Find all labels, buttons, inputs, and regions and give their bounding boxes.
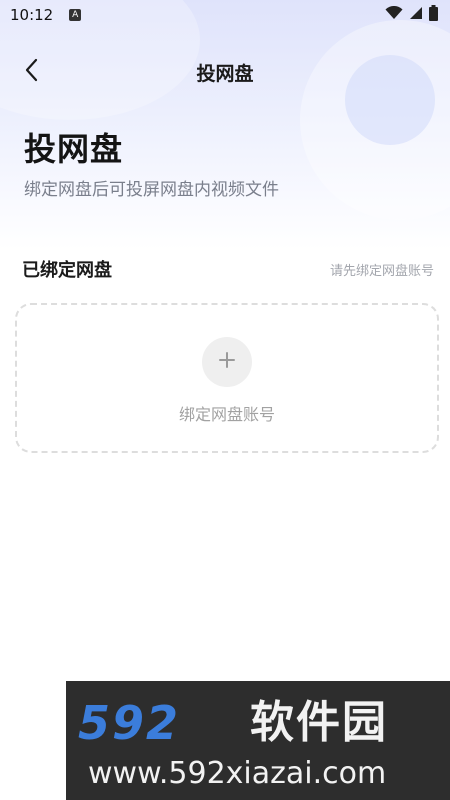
back-button[interactable] (18, 58, 46, 86)
bound-drives-header: 已绑定网盘 请先绑定网盘账号 (22, 256, 434, 282)
status-icons (385, 5, 438, 25)
watermark-logo: 592 (78, 696, 181, 750)
top-nav-bar: 投网盘 (0, 50, 450, 94)
bind-account-label: 绑定网盘账号 (178, 405, 275, 424)
watermark-url: www.592xiazai.com (88, 756, 387, 791)
chevron-left-icon (24, 58, 40, 86)
status-time: 10:12 (10, 6, 54, 24)
bind-drive-account-card[interactable]: 绑定网盘账号 (15, 303, 439, 453)
notification-icon: A (69, 9, 82, 21)
status-bar: 10:12 A (0, 0, 450, 30)
section-label: 已绑定网盘 (22, 260, 112, 281)
watermark-banner: 592 软件园 www.592xiazai.com (66, 681, 450, 800)
section-hint: 请先绑定网盘账号 (329, 263, 434, 279)
battery-icon (429, 5, 438, 25)
signal-icon (409, 6, 423, 24)
page-title: 投网盘 (24, 130, 124, 168)
nav-title: 投网盘 (196, 62, 254, 85)
page-subtitle: 绑定网盘后可投屏网盘内视频文件 (24, 180, 279, 200)
plus-icon (218, 351, 236, 373)
add-account-button[interactable] (202, 337, 252, 387)
wifi-icon (385, 5, 403, 24)
watermark-brand: 软件园 (250, 697, 388, 748)
